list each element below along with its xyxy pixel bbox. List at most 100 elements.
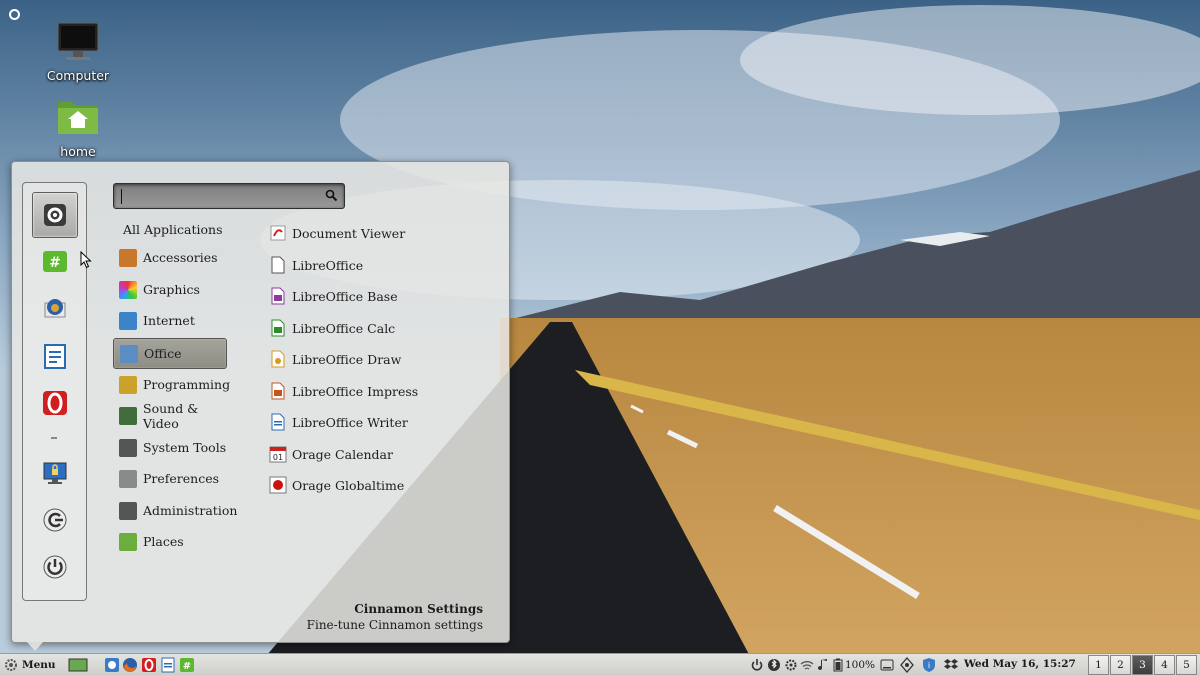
thunderbird-icon (44, 299, 66, 318)
favorites-separator (51, 437, 57, 439)
libreoffice-writer-icon (271, 413, 285, 431)
mouse-cursor-icon (80, 251, 92, 269)
category-label: Places (143, 534, 184, 549)
menu-button[interactable]: Menu (4, 656, 56, 674)
logout-icon (43, 508, 67, 532)
hot-corner-indicator[interactable] (9, 9, 20, 20)
fav-thunderbird[interactable] (32, 286, 78, 332)
workspace-5[interactable]: 5 (1176, 655, 1197, 675)
search-box[interactable] (113, 183, 345, 209)
app-libreoffice-impress[interactable]: LibreOffice Impress (269, 378, 418, 404)
internet-icon (119, 311, 137, 330)
app-label: LibreOffice Writer (292, 414, 408, 430)
app-label: Orage Calendar (292, 446, 393, 462)
category-label: Accessories (143, 250, 218, 265)
app-libreoffice[interactable]: LibreOffice (269, 252, 363, 278)
category-label: Internet (143, 313, 195, 328)
category-internet[interactable]: Internet (113, 305, 227, 336)
app-libreoffice-draw[interactable]: LibreOffice Draw (269, 346, 401, 372)
lock-screen-icon (43, 462, 67, 484)
search-input[interactable] (117, 186, 317, 206)
category-places[interactable]: Places (113, 526, 227, 557)
launcher-hexchat-icon[interactable]: # (179, 657, 195, 673)
category-preferences[interactable]: Preferences (113, 463, 227, 494)
workspace-2[interactable]: 2 (1110, 655, 1131, 675)
computer-icon (54, 20, 102, 66)
power-tray-icon[interactable] (750, 657, 764, 673)
category-label: Preferences (143, 471, 220, 486)
document-viewer-icon (270, 225, 286, 241)
app-label: LibreOffice (292, 257, 364, 273)
update-shield-icon[interactable]: i (922, 657, 936, 673)
keyboard-icon[interactable] (880, 657, 894, 673)
bluetooth-icon[interactable] (767, 657, 781, 673)
sound-video-icon (119, 406, 137, 425)
app-orage-globaltime[interactable]: Orage Globaltime (269, 472, 404, 498)
app-label: LibreOffice Base (292, 288, 398, 304)
app-label: Document Viewer (292, 225, 406, 241)
text-caret (121, 189, 122, 204)
svg-text:#: # (49, 255, 61, 271)
programming-icon (119, 375, 137, 394)
desktop-home[interactable]: home (33, 96, 123, 159)
launcher-opera-icon[interactable] (141, 657, 157, 673)
battery-percentage: 100% (845, 659, 876, 671)
wifi-icon[interactable] (800, 657, 814, 673)
graphics-icon (119, 280, 137, 299)
app-libreoffice-base[interactable]: LibreOffice Base (269, 283, 398, 309)
power-icon (43, 555, 67, 579)
workspace-3[interactable]: 3 (1132, 655, 1153, 675)
category-label: Sound & Video (143, 400, 199, 431)
menu-button-label: Menu (22, 659, 56, 671)
app-libreoffice-calc[interactable]: LibreOffice Calc (269, 315, 395, 341)
app-label: LibreOffice Impress (292, 383, 419, 399)
launcher-firefox-icon[interactable] (122, 657, 138, 673)
fav-hexchat[interactable]: # (32, 239, 78, 285)
desktop-icon-label: Computer (46, 68, 110, 83)
dropbox-icon[interactable] (944, 657, 958, 673)
hexchat-icon: # (43, 251, 67, 272)
fav-lock-screen[interactable] (32, 450, 78, 496)
fav-shutdown[interactable] (32, 544, 78, 590)
category-programming[interactable]: Programming (113, 369, 230, 400)
category-label: System Tools (143, 440, 227, 455)
fav-logout[interactable] (32, 497, 78, 543)
app-document-viewer[interactable]: Document Viewer (269, 220, 405, 246)
category-system-tools[interactable]: System Tools (113, 432, 227, 463)
orage-calendar-icon: 01 (269, 446, 287, 463)
svg-text:#: # (183, 661, 191, 672)
workspace-4[interactable]: 4 (1154, 655, 1175, 675)
settings-tray-icon[interactable] (784, 657, 798, 673)
category-office[interactable]: Office (113, 338, 227, 369)
fav-document[interactable] (32, 333, 78, 379)
accessories-icon (119, 248, 137, 267)
office-icon (120, 344, 138, 363)
workspace-1[interactable]: 1 (1088, 655, 1109, 675)
show-desktop-icon[interactable] (68, 657, 88, 673)
desktop-computer[interactable]: Computer (33, 20, 123, 83)
battery-indicator[interactable]: 100% (833, 657, 875, 673)
system-settings-icon (44, 204, 66, 226)
libreoffice-base-icon (271, 287, 285, 305)
system-tools-icon (119, 438, 137, 457)
fav-opera[interactable] (32, 380, 78, 426)
sound-icon[interactable] (818, 657, 830, 673)
fav-system-settings[interactable] (32, 192, 78, 238)
network-manager-icon[interactable] (900, 657, 914, 673)
category-label: All Applications (123, 222, 223, 237)
category-accessories[interactable]: Accessories (113, 242, 227, 273)
libreoffice-impress-icon (271, 382, 285, 400)
clock[interactable]: Wed May 16, 15:27 (964, 658, 1076, 670)
category-all-applications[interactable]: All Applications (113, 214, 227, 245)
menu-pointer-arrow (27, 642, 43, 651)
launcher-writer-icon[interactable] (160, 657, 176, 673)
bottom-panel: Menu # 100% i Wed May 16, 15:27 1 2 3 4 … (0, 653, 1200, 675)
app-orage-calendar[interactable]: 01 Orage Calendar (269, 441, 393, 467)
category-graphics[interactable]: Graphics (113, 274, 227, 305)
category-sound-video[interactable]: Sound & Video (113, 400, 227, 431)
preferences-icon (119, 469, 137, 488)
category-administration[interactable]: Administration (113, 495, 237, 526)
menu-gear-icon (5, 659, 17, 671)
app-libreoffice-writer[interactable]: LibreOffice Writer (269, 409, 408, 435)
launcher-finder-icon[interactable] (104, 657, 120, 673)
